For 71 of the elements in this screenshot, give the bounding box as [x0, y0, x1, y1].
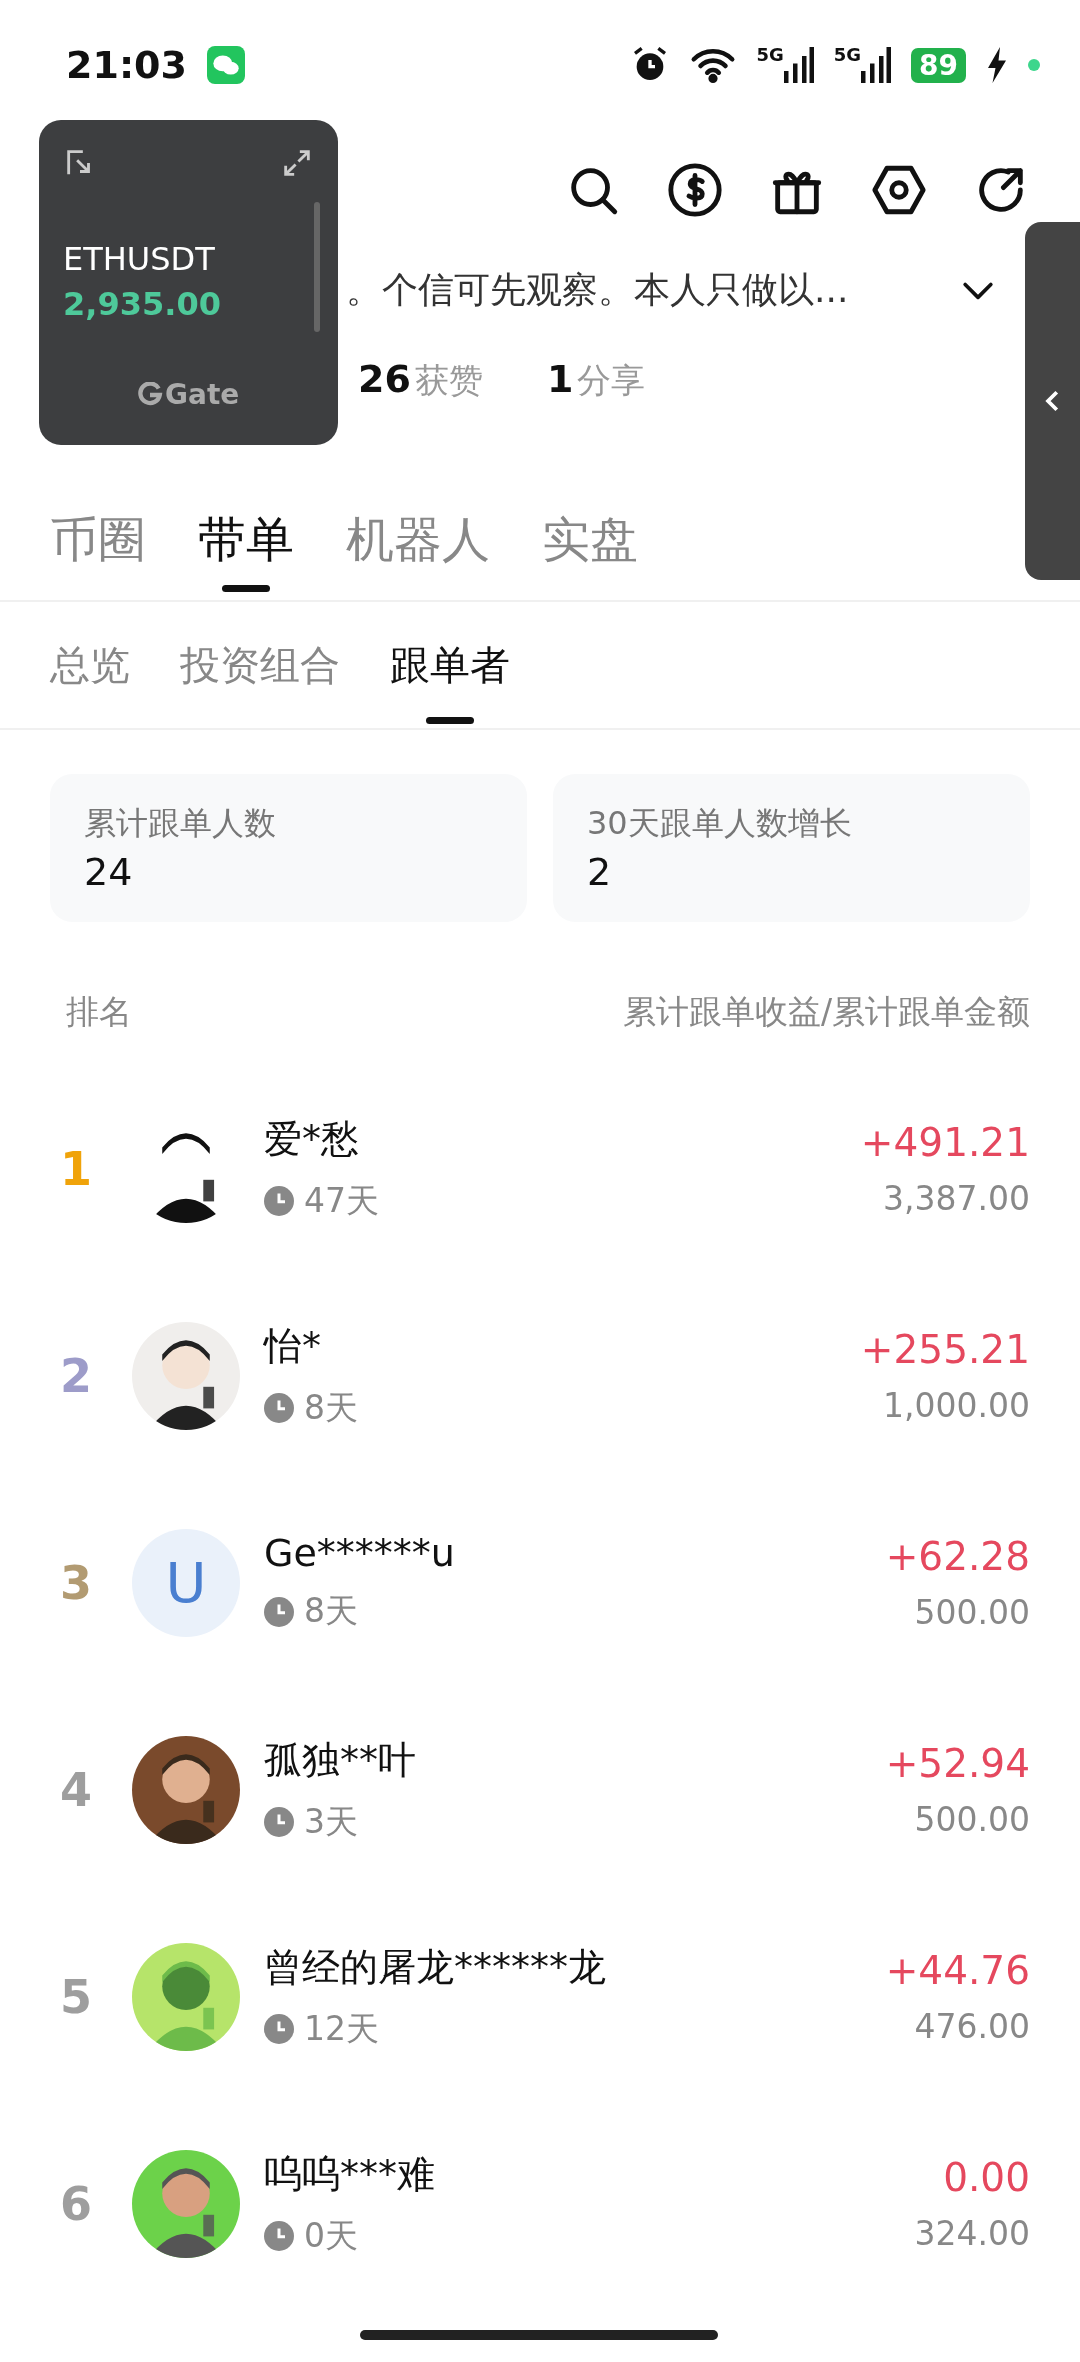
logo-icon — [137, 381, 163, 408]
clock-icon — [264, 1807, 294, 1837]
profit-value: 0.00 — [943, 2154, 1030, 2200]
follower-name: 呜呜***难 — [264, 2150, 435, 2198]
follow-days: 8天 — [304, 1385, 358, 1431]
signal-icon — [783, 46, 814, 84]
amount-value: 3,387.00 — [883, 1178, 1030, 1218]
stat-value: 26 — [358, 356, 411, 401]
clock-icon — [264, 1596, 294, 1627]
stat-label: 获赞 — [414, 359, 483, 400]
rank-number: 3 — [60, 1555, 93, 1610]
amount-value: 500.00 — [914, 1592, 1030, 1632]
profit-value: +255.21 — [860, 1326, 1030, 1372]
amount-value: 1,000.00 — [883, 1385, 1030, 1425]
sub-tab[interactable]: 总览 — [50, 602, 130, 728]
card-label: 30天跟单人数增长 — [587, 803, 853, 844]
side-panel-handle[interactable] — [1025, 222, 1080, 580]
sub-tab[interactable]: 投资组合 — [180, 602, 340, 728]
tab[interactable]: 带单 — [198, 480, 294, 600]
follow-days: 47天 — [304, 1178, 379, 1224]
profit-value: +62.28 — [885, 1533, 1030, 1579]
rank-number: 6 — [60, 2176, 93, 2231]
stat-label: 分享 — [577, 359, 646, 400]
profit-value: +491.21 — [860, 1119, 1030, 1165]
clock-icon — [264, 1186, 294, 1216]
amount-value: 476.00 — [914, 2006, 1030, 2046]
amount-value: 324.00 — [914, 2213, 1030, 2253]
follower-name: 孤独**叶 — [264, 1736, 416, 1784]
status-time: 21:03 — [66, 43, 187, 87]
sub-tab[interactable]: 跟单者 — [390, 602, 510, 728]
network-label: 5G — [756, 46, 784, 64]
signal-icon — [861, 46, 892, 84]
card-value: 2 — [587, 850, 613, 894]
tab[interactable]: 币圈 — [50, 480, 146, 600]
clock-icon — [264, 1393, 294, 1423]
network-label: 5G — [833, 46, 862, 64]
amount-value: 500.00 — [914, 1799, 1030, 1839]
column-header: 累计跟单收益/累计跟单金额 — [622, 991, 1030, 1033]
ticker-symbol: ETHUSDT — [63, 240, 215, 278]
ticker-price: 2,935.00 — [63, 285, 221, 323]
price-widget[interactable]: ETHUSDT 2,935.00 Gate — [39, 120, 338, 445]
dot-icon — [1028, 59, 1040, 71]
charging-icon — [986, 47, 1008, 83]
profit-value: +44.76 — [885, 1947, 1030, 1993]
rank-number: 4 — [60, 1762, 93, 1817]
tab[interactable]: 机器人 — [346, 480, 490, 600]
battery-level: 89 — [911, 47, 966, 83]
follow-days: 0天 — [304, 2213, 358, 2259]
brand-name: Gate — [165, 378, 240, 411]
clock-icon — [264, 2221, 294, 2251]
column-header: 排名 — [66, 991, 132, 1033]
follow-days: 12天 — [304, 2006, 379, 2052]
tab[interactable]: 实盘 — [542, 480, 638, 600]
bio-text: 。个信可先观察。本人只做以... — [346, 267, 849, 312]
follower-name: 爱*愁 — [264, 1115, 360, 1163]
clock-icon — [264, 2014, 294, 2044]
card-value: 24 — [84, 850, 134, 894]
follow-days: 3天 — [304, 1799, 358, 1845]
chat-app-icon — [206, 46, 245, 84]
dollar-icon[interactable] — [666, 161, 724, 219]
rank-number: 5 — [60, 1969, 93, 2024]
profit-value: +52.94 — [885, 1740, 1030, 1786]
follower-name: 怡* — [264, 1322, 322, 1370]
follower-name: Ge******u — [264, 1531, 455, 1575]
letter-avatar: U — [132, 1528, 240, 1637]
follower-name: 曾经的屠龙******龙 — [264, 1943, 606, 1991]
card-label: 累计跟单人数 — [84, 803, 277, 844]
stat-value: 1 — [546, 356, 574, 401]
follow-days: 8天 — [304, 1589, 358, 1634]
rank-number: 2 — [60, 1348, 93, 1403]
rank-number: 1 — [60, 1141, 93, 1196]
